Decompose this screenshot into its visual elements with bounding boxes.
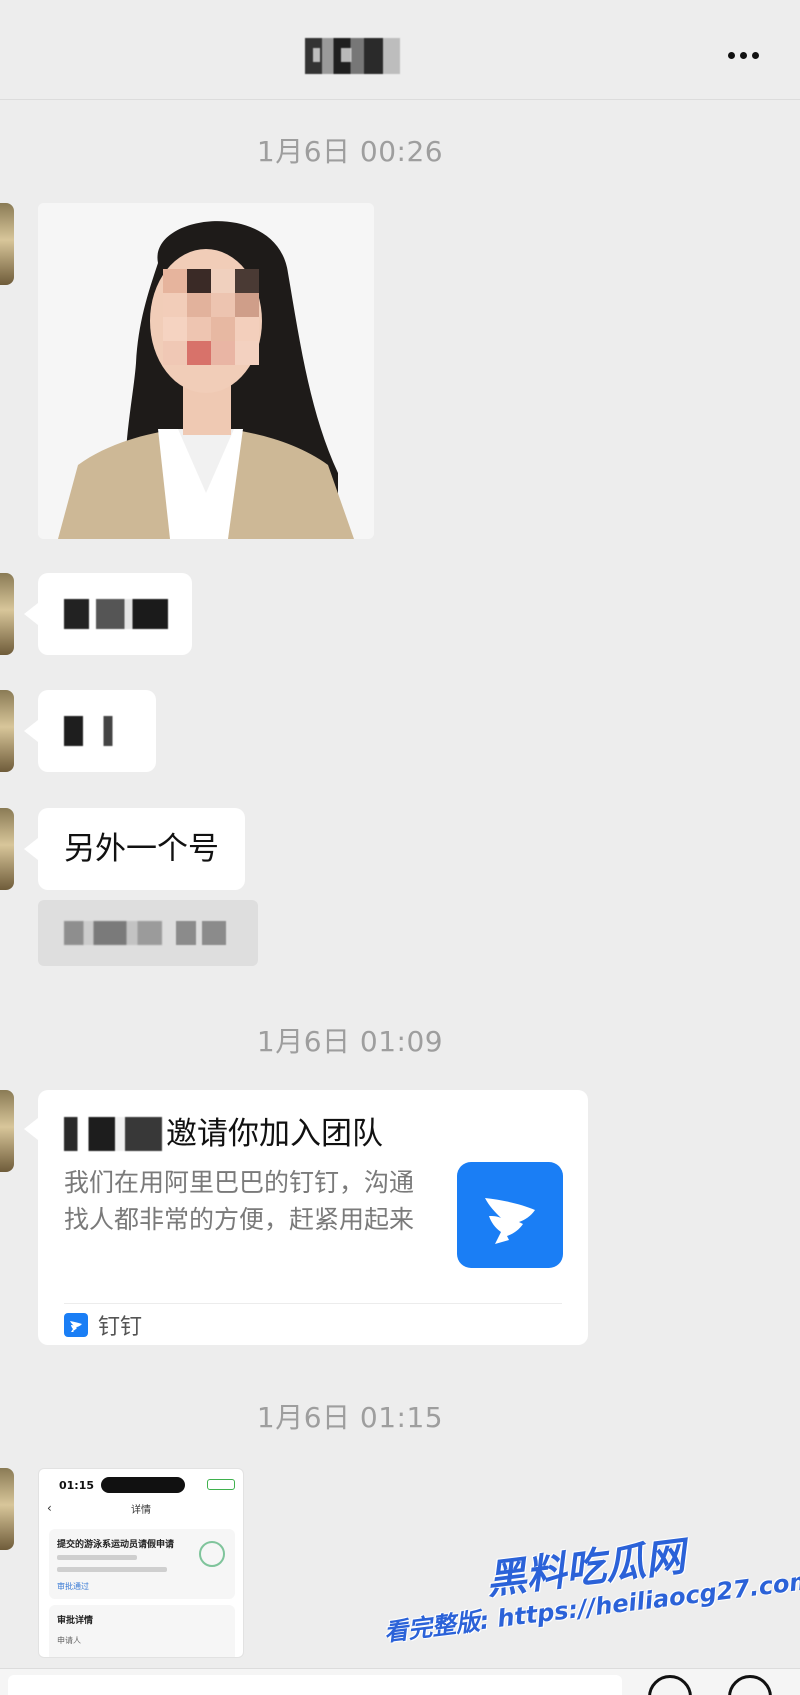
approval-title: 提交的游泳系运动员请假申请 [57,1540,175,1550]
screenshot-nav: ‹ 详情 [39,1501,243,1521]
avatar[interactable] [0,690,14,772]
redacted-name [64,1117,162,1151]
section-title: 审批详情 [57,1616,94,1626]
avatar[interactable] [0,808,14,890]
card-source-name: 钉钉 [98,1315,143,1340]
dynamic-island [101,1477,185,1493]
chat-header [0,0,800,100]
battery-icon [207,1479,235,1490]
redacted-text [64,921,162,945]
approved-stamp-icon [199,1541,225,1567]
redacted-text [64,716,128,746]
text-bubble[interactable] [24,573,192,655]
text-bubble[interactable] [24,690,156,772]
placeholder-line [57,1555,137,1560]
watermark-title: 黑料吃瓜网 [483,1533,688,1604]
message-input[interactable] [8,1675,622,1695]
status-time: 01:15 [59,1479,95,1492]
applicant-label: 申请人 [57,1636,81,1645]
avatar[interactable] [0,573,14,655]
back-icon: ‹ [47,1501,52,1515]
invite-card[interactable]: 邀请你加入团队 我们在用阿里巴巴的钉钉，沟通找人都非常的方便，赶紧用起来 钉钉 [24,1090,588,1345]
dingtalk-icon [457,1162,563,1268]
approval-detail-panel: 审批详情 申请人 [49,1605,235,1657]
add-icon[interactable] [728,1675,772,1695]
card-title-text: 邀请你加入团队 [166,1116,383,1152]
watermark-url: 看完整版: https://heiliaocg27.com [382,1566,800,1647]
portrait-photo [38,203,374,539]
image-message[interactable] [38,203,374,539]
approval-panel: 提交的游泳系运动员请假申请 审批通过 [49,1529,235,1599]
screenshot-message[interactable]: 01:15 ‹ 详情 提交的游泳系运动员请假申请 审批通过 审批详情 申请人 [38,1468,244,1658]
more-options-icon[interactable] [722,38,764,72]
card-description: 我们在用阿里巴巴的钉钉，沟通找人都非常的方便，赶紧用起来 [64,1168,415,1234]
quoted-message[interactable] [38,900,258,966]
chat-window: 1月6日 00:26 另外一个号 1月6日 01:09 邀请你加入团队 我们在用… [0,0,800,1695]
timestamp: 1月6日 01:09 [256,1025,444,1058]
card-title: 邀请你加入团队 [64,1114,383,1154]
placeholder-line [57,1567,167,1572]
redacted-text [64,599,168,629]
chat-title-redacted [305,38,400,74]
text-bubble[interactable]: 另外一个号 [24,808,245,890]
avatar[interactable] [0,1468,14,1550]
dingtalk-icon [64,1313,88,1337]
avatar[interactable] [0,1090,14,1172]
card-divider [64,1303,562,1304]
input-bar [0,1668,800,1695]
timestamp: 1月6日 00:26 [256,135,444,168]
timestamp: 1月6日 01:15 [256,1401,444,1434]
card-source: 钉钉 [64,1310,142,1340]
message-text: 另外一个号 [64,831,219,867]
emoji-icon[interactable] [648,1675,692,1695]
avatar[interactable] [0,203,14,285]
redacted-text [176,921,226,945]
screenshot-nav-title: 详情 [131,1505,151,1516]
approval-status: 审批通过 [57,1582,89,1591]
